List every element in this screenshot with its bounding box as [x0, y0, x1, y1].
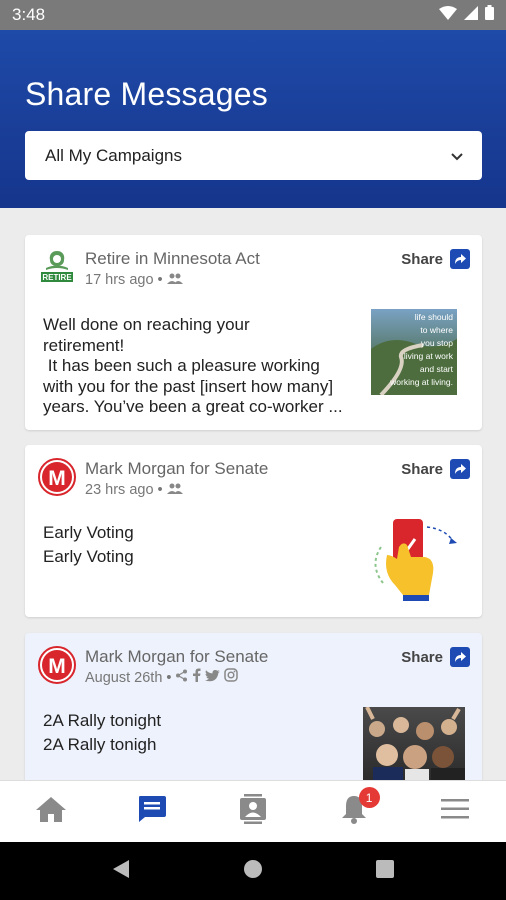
group-icon [166, 270, 183, 290]
share-label: Share [401, 250, 443, 268]
post-time: 23 hrs ago [85, 482, 154, 498]
rally-crowd-photo [363, 707, 465, 780]
share-arrow-icon [450, 459, 470, 479]
message-thumbnail: life should to where you stop living at … [371, 309, 457, 395]
share-label: Share [401, 648, 443, 666]
nav-menu[interactable] [405, 781, 506, 842]
thumbnail-text: and start [419, 364, 453, 374]
share-button[interactable]: Share [401, 647, 470, 667]
org-name: Mark Morgan for Senate [85, 647, 269, 666]
share-label: Share [401, 460, 443, 478]
home-icon [35, 795, 67, 828]
signal-icon [464, 5, 478, 25]
vote-phone-illustration [367, 517, 461, 603]
nav-notifications[interactable]: 1 [304, 781, 405, 842]
notification-badge: 1 [358, 787, 380, 808]
org-logo-text: M [48, 467, 66, 490]
system-navigation-bar [0, 842, 506, 900]
share-nodes-icon [175, 668, 188, 688]
recents-square-icon[interactable] [376, 859, 395, 883]
message-card[interactable]: M Mark Morgan for Senate 23 hrs ago • Sh… [25, 445, 482, 617]
message-line: Early Voting [43, 547, 134, 566]
share-arrow-icon [450, 647, 470, 667]
message-card[interactable]: RETIRE Retire in Minnesota Act 17 hrs ag… [25, 235, 482, 430]
page-title: Share Messages [25, 76, 268, 112]
message-body: 2A Rally tonight 2A Rally tonigh [43, 709, 161, 757]
app-header: Share Messages All My Campaigns [0, 30, 506, 208]
post-time: 17 hrs ago [85, 272, 154, 288]
battery-icon [485, 5, 494, 25]
campaign-filter-dropdown[interactable]: All My Campaigns [25, 131, 482, 180]
group-icon [166, 480, 183, 500]
org-logo: M [38, 646, 76, 684]
chevron-down-icon [450, 146, 464, 166]
message-line: retirement! [43, 335, 125, 355]
nav-contacts[interactable] [202, 781, 303, 842]
status-bar: 3:48 [0, 0, 506, 30]
message-line: 2A Rally tonight [43, 711, 162, 730]
thumbnail-text: life should [414, 312, 453, 322]
hamburger-menu-icon [441, 799, 470, 824]
org-name: Mark Morgan for Senate [85, 459, 269, 478]
back-icon[interactable] [112, 859, 130, 884]
message-line: 2A Rally tonigh [43, 735, 157, 754]
org-logo-text: RETIRE [42, 273, 72, 282]
status-time: 3:48 [12, 5, 46, 24]
campaign-filter-value: All My Campaigns [45, 145, 182, 165]
message-line: Well done on reaching your [43, 315, 250, 334]
wifi-icon [439, 5, 457, 25]
instagram-icon [224, 668, 239, 688]
share-arrow-icon [450, 249, 470, 269]
message-line: It has been such a pleasure working [43, 356, 320, 375]
message-body: Early Voting Early Voting [43, 521, 134, 569]
message-line: years. You’ve been a great co-worker ... [43, 397, 343, 416]
share-button[interactable]: Share [401, 249, 470, 269]
thumbnail-text: living at work [403, 351, 453, 361]
thumbnail-text: working at living. [390, 377, 453, 387]
nav-home[interactable] [0, 781, 101, 842]
chat-icon [137, 795, 167, 828]
thumbnail-text: you stop [420, 338, 453, 348]
bottom-navigation: 1 [0, 780, 506, 842]
message-feed: RETIRE Retire in Minnesota Act 17 hrs ag… [0, 208, 506, 780]
share-button[interactable]: Share [401, 459, 470, 479]
org-logo: RETIRE [38, 248, 76, 286]
home-circle-icon[interactable] [243, 859, 263, 884]
message-body: Well done on reaching your retirement! I… [43, 315, 343, 418]
message-card[interactable]: M Mark Morgan for Senate August 26th • S… [25, 633, 482, 780]
nav-messages[interactable] [101, 781, 202, 842]
contacts-icon [240, 794, 266, 829]
message-line: Early Voting [43, 523, 134, 542]
post-time: August 26th [85, 670, 163, 686]
org-logo: M [38, 458, 76, 496]
facebook-icon [192, 668, 201, 688]
twitter-icon [205, 668, 221, 688]
message-line: with you for the past [insert how many] [43, 376, 334, 396]
thumbnail-text: to where [420, 325, 453, 335]
org-logo-text: M [48, 655, 66, 678]
org-name: Retire in Minnesota Act [85, 249, 260, 268]
